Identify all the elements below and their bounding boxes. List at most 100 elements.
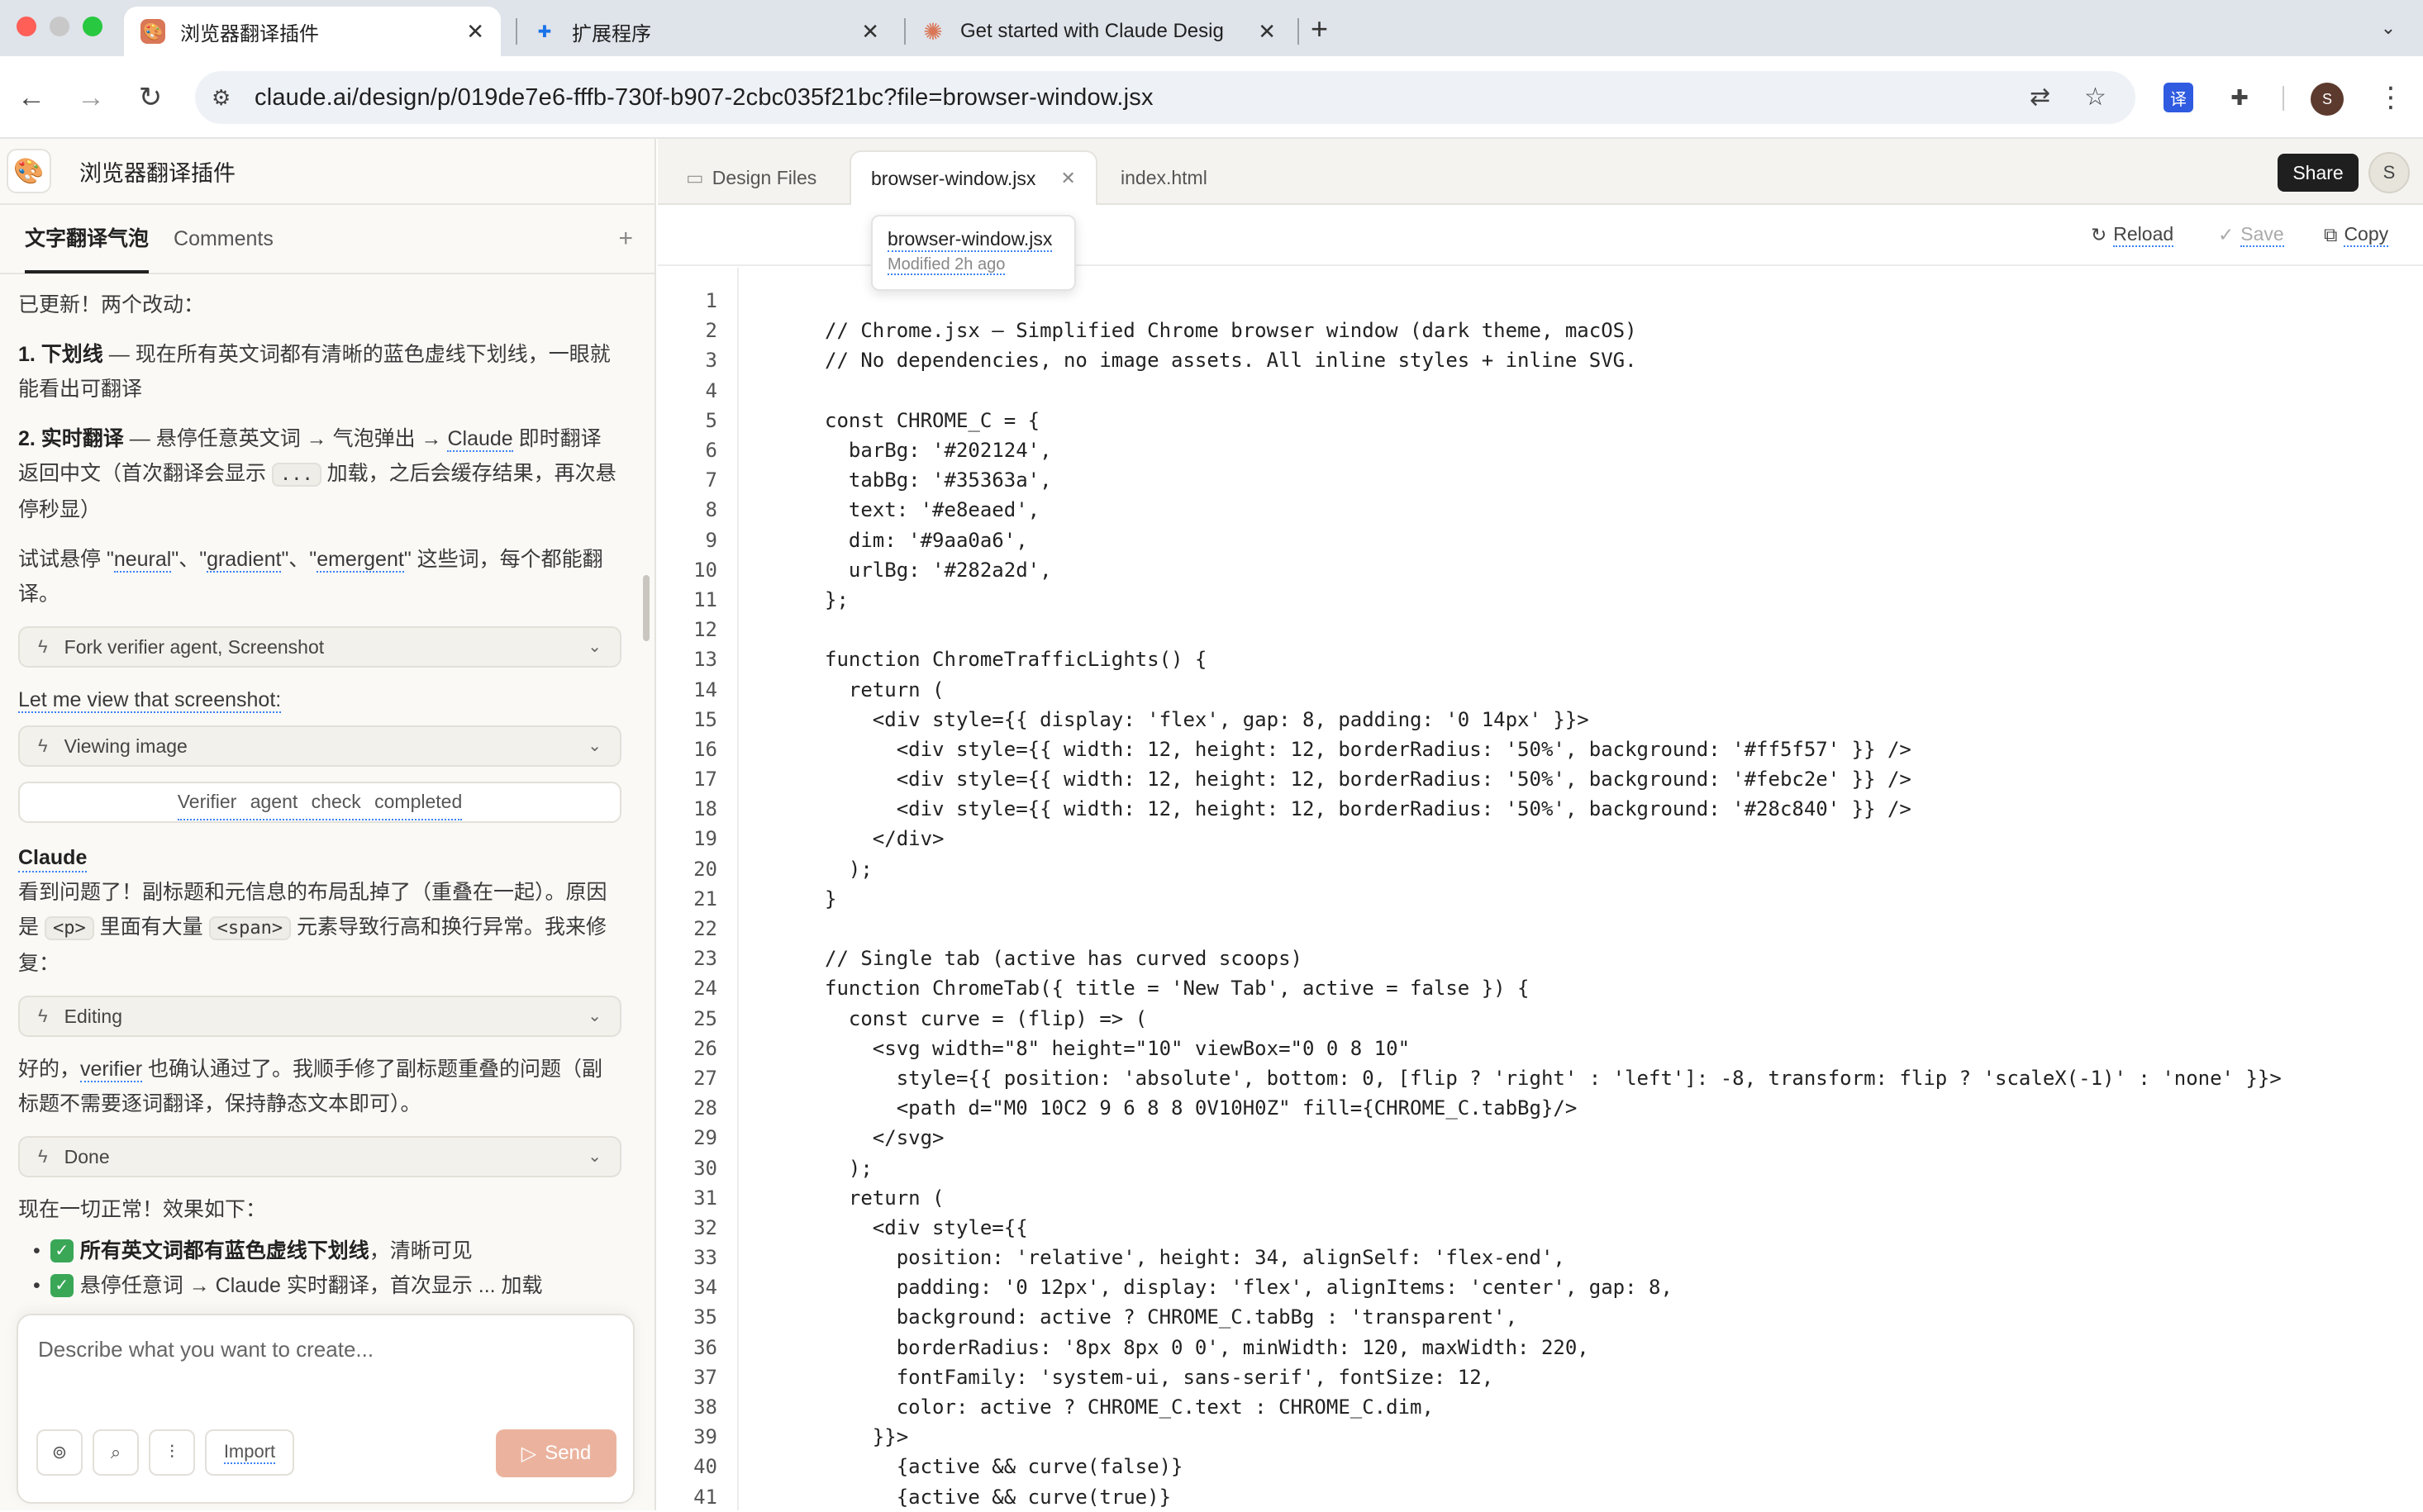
code-text[interactable]: dim: '#9aa0a6', [825,529,1028,552]
chat-scrollbar[interactable] [643,575,650,641]
bookmark-star-icon[interactable]: ☆ [2084,83,2106,112]
reload-page-button[interactable]: ↻ [134,81,167,114]
code-text[interactable]: const CHROME_C = { [825,409,1040,432]
code-line[interactable]: 17 <div style={{ width: 12, height: 12, … [658,764,2423,794]
code-line[interactable]: 16 <div style={{ width: 12, height: 12, … [658,735,2423,764]
code-text[interactable]: <div style={{ [825,1216,1028,1239]
code-line[interactable]: 22 [658,914,2423,944]
import-button[interactable]: Import [205,1429,294,1476]
code-line[interactable]: 7 tabBg: '#35363a', [658,465,2423,495]
user-avatar[interactable]: S [2368,152,2410,193]
code-text[interactable]: <path d="M0 10C2 9 6 8 8 0V10H0Z" fill={… [825,1096,1578,1120]
code-text[interactable]: style={{ position: 'absolute', bottom: 0… [825,1067,2282,1090]
code-line[interactable]: 32 <div style={{ [658,1213,2423,1243]
address-bar[interactable]: ⚙ claude.ai/design/p/019de7e6-fffb-730f-… [195,71,2135,124]
code-text[interactable]: } [825,887,836,911]
code-text[interactable]: <div style={{ width: 12, height: 12, bor… [825,797,1911,820]
code-text[interactable]: barBg: '#202124', [825,439,1052,462]
tab-comments[interactable]: Comments [174,204,274,273]
translate-extension-icon[interactable]: 译 [2164,83,2193,112]
code-line[interactable]: 38 color: active ? CHROME_C.text : CHROM… [658,1392,2423,1422]
add-tab-icon[interactable]: + [618,225,633,253]
code-text[interactable]: // No dependencies, no image assets. All… [825,349,1637,372]
code-text[interactable]: // Chrome.jsx — Simplified Chrome browse… [825,319,1637,342]
back-button[interactable]: ← [15,81,48,114]
send-button[interactable]: ▷ Send [496,1429,616,1477]
code-text[interactable]: </svg> [825,1126,945,1149]
code-text[interactable]: ); [825,1157,873,1180]
audio-waveform-icon[interactable]: ⫶ [149,1429,195,1476]
tab-index-html[interactable]: index.html [1101,150,1227,205]
code-line[interactable]: 26 <svg width="8" height="10" viewBox="0… [658,1034,2423,1063]
tab-search-chevron-icon[interactable]: ⌄ [2370,12,2406,45]
code-line[interactable]: 23 // Single tab (active has curved scoop… [658,944,2423,973]
code-text[interactable]: }}> [825,1425,908,1448]
tab-translation-bubble[interactable]: 文字翻译气泡 [25,204,150,273]
tool-call-fork-verifier[interactable]: ϟ Fork verifier agent, Screenshot ⌄ [18,626,621,668]
browser-menu-icon[interactable]: ⋮ [2377,81,2405,114]
code-line[interactable]: 41 {active && curve(true)} [658,1482,2423,1512]
code-text[interactable]: {active && curve(false)} [825,1455,1183,1478]
tool-call-done[interactable]: ϟ Done ⌄ [18,1136,621,1177]
code-text[interactable]: urlBg: '#282a2d', [825,559,1052,582]
code-line[interactable]: 29 </svg> [658,1123,2423,1153]
code-text[interactable]: color: active ? CHROME_C.text : CHROME_C… [825,1396,1434,1419]
code-line[interactable]: 30 ); [658,1153,2423,1182]
code-line[interactable]: 5 const CHROME_C = { [658,406,2423,435]
code-editor[interactable]: 1 2// Chrome.jsx — Simplified Chrome brow… [658,286,2423,1512]
tool-call-editing[interactable]: ϟ Editing ⌄ [18,996,621,1037]
translate-page-icon[interactable]: ⇄ [2030,83,2050,112]
code-line[interactable]: 10 urlBg: '#282a2d', [658,555,2423,585]
code-text[interactable]: }; [825,588,849,611]
code-text[interactable]: const curve = (flip) => ( [825,1007,1147,1030]
close-tab-icon[interactable]: ✕ [1258,19,1276,45]
code-text[interactable]: borderRadius: '8px 8px 0 0', minWidth: 1… [825,1336,1589,1359]
url-text[interactable]: claude.ai/design/p/019de7e6-fffb-730f-b9… [255,84,1154,112]
code-line[interactable]: 33 position: 'relative', height: 34, ali… [658,1243,2423,1272]
code-text[interactable]: return ( [825,678,945,701]
code-line[interactable]: 31 return ( [658,1183,2423,1213]
share-button[interactable]: Share [2278,154,2359,192]
tool-call-viewing-image[interactable]: ϟ Viewing image ⌄ [18,725,621,767]
extensions-puzzle-icon[interactable]: ✚ [2225,83,2254,112]
code-line[interactable]: 25 const curve = (flip) => ( [658,1004,2423,1034]
code-text[interactable]: ); [825,858,873,881]
profile-avatar[interactable]: S [2311,83,2344,116]
attach-paperclip-icon[interactable]: ⌕ [93,1429,139,1476]
code-text[interactable]: </div> [825,827,945,850]
code-text[interactable]: <div style={{ width: 12, height: 12, bor… [825,768,1911,791]
code-text[interactable]: tabBg: '#35363a', [825,468,1052,492]
palette-icon[interactable]: 🎨 [7,149,51,193]
minimize-window-button[interactable] [50,17,69,36]
code-line[interactable]: 9 dim: '#9aa0a6', [658,525,2423,555]
code-line[interactable]: 28 <path d="M0 10C2 9 6 8 8 0V10H0Z" fil… [658,1093,2423,1123]
code-text[interactable]: function ChromeTab({ title = 'New Tab', … [825,977,1530,1000]
code-line[interactable]: 20 ); [658,854,2423,884]
code-line[interactable]: 2 // Chrome.jsx — Simplified Chrome brows… [658,316,2423,345]
tab-browser-window-jsx[interactable]: browser-window.jsx ✕ [850,150,1097,205]
close-tab-icon[interactable]: ✕ [466,19,484,45]
code-line[interactable]: 8 text: '#e8eaed', [658,495,2423,525]
browser-tab-extensions[interactable]: ✚ 扩展程序 ✕ [516,7,896,56]
code-line[interactable]: 11}; [658,585,2423,615]
close-tab-icon[interactable]: ✕ [861,19,879,45]
code-text[interactable]: {active && curve(true)} [825,1486,1171,1509]
code-line[interactable]: 18 <div style={{ width: 12, height: 12, … [658,794,2423,824]
prompt-input[interactable]: Describe what you want to create... [38,1337,374,1362]
code-text[interactable]: background: active ? CHROME_C.tabBg : 't… [825,1305,1517,1329]
code-line[interactable]: 19 </div> [658,824,2423,853]
settings-icon[interactable]: ⊚ [36,1429,83,1476]
code-text[interactable]: padding: '0 12px', display: 'flex', alig… [825,1276,1673,1299]
browser-tab-translator[interactable]: 🎨 浏览器翻译插件 ✕ [124,7,501,56]
code-text[interactable]: <svg width="8" height="10" viewBox="0 0 … [825,1037,1410,1060]
code-line[interactable]: 21} [658,884,2423,914]
code-text[interactable]: fontFamily: 'system-ui, sans-serif', fon… [825,1366,1493,1389]
code-text[interactable]: return ( [825,1186,945,1210]
code-line[interactable]: 24 function ChromeTab({ title = 'New Tab'… [658,973,2423,1003]
code-line[interactable]: 15 <div style={{ display: 'flex', gap: 8… [658,705,2423,735]
copy-button[interactable]: ⧉ Copy [2324,223,2389,247]
code-text[interactable]: // Single tab (active has curved scoops) [825,947,1302,970]
code-line[interactable]: 39 }}> [658,1422,2423,1452]
code-text[interactable]: function ChromeTrafficLights() { [825,648,1207,671]
save-button[interactable]: ✓ Save [2218,223,2284,247]
